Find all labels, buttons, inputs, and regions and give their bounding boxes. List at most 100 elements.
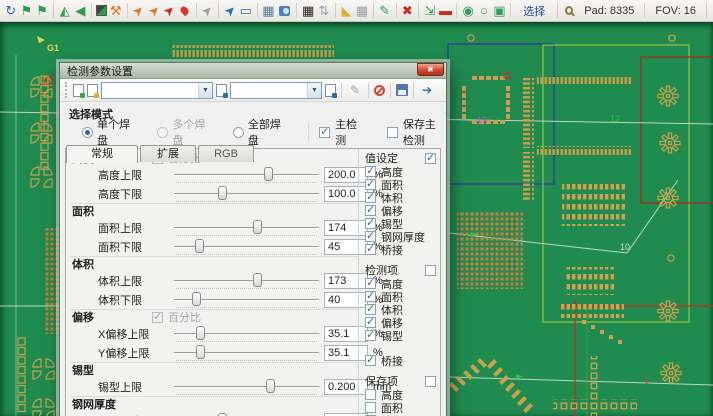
checkbox[interactable] [365,205,376,216]
rect-blue-icon[interactable]: ▭ [239,2,253,20]
save-main-detect-checkbox[interactable] [387,127,398,138]
slider-thumb[interactable] [196,326,205,340]
flag-a-icon[interactable]: ⚑ [20,2,34,20]
slider-thumb[interactable] [266,379,275,393]
rotate-icon[interactable]: ↻ [4,2,18,20]
delete-icon[interactable]: ✖ [401,2,415,20]
tab-general[interactable]: 常规 [66,145,138,163]
ruler-icon[interactable]: ◣ [340,2,354,20]
exit-icon[interactable]: ➔ [419,82,435,98]
radio-all-pads[interactable] [233,127,244,138]
close-icon[interactable]: ✖ [417,63,444,76]
main-detect-checkbox[interactable] [319,127,330,138]
percent-checkbox[interactable] [152,312,163,323]
checkbox[interactable] [365,304,376,315]
percent-label: 百分比 [168,309,201,325]
resize-green-icon[interactable]: ⇲ [423,2,437,20]
checkbox[interactable] [365,355,376,366]
dart-blue-icon[interactable]: ➤ [220,0,240,20]
edit-disabled-icon[interactable]: ✎ [347,82,363,98]
slider-thumb[interactable] [264,167,273,181]
profile-combo-2[interactable]: ▼ [230,82,322,99]
volume-lower-slider[interactable] [174,291,319,309]
checkbox[interactable] [365,317,376,328]
profile-combo-1[interactable]: ▼ [101,82,213,99]
slider-ticks [176,394,317,395]
checkbox[interactable] [365,389,376,400]
image-icon[interactable] [96,5,107,16]
slider-track[interactable] [174,227,319,228]
volume-upper-slider[interactable] [174,272,319,290]
checkbox[interactable] [365,291,376,302]
slider-thumb[interactable] [196,345,205,359]
checkbox[interactable] [365,278,376,289]
pin-gray-icon[interactable]: ➤ [197,0,217,20]
select-button[interactable]: 选择 [515,3,553,19]
new-profile-icon[interactable] [73,84,84,97]
detect-all-checkbox[interactable] [425,265,436,276]
horn-icon[interactable]: ◀ [74,2,88,20]
stop-red-icon[interactable]: ▬ [439,2,453,20]
height-upper-slider[interactable] [174,166,319,184]
square-icon[interactable]: ▣ [493,2,507,20]
circle-icon[interactable]: ○ [477,2,491,20]
check-item: 桥接 [365,354,436,367]
apply-profile-2-icon[interactable] [325,84,336,97]
wrench-icon[interactable]: ⚒ [109,2,123,20]
map-pin-icon[interactable] [179,5,190,16]
prism-icon[interactable]: ◭ [58,2,72,20]
grid-black-icon[interactable]: ▦ [301,2,315,20]
edit-green-icon[interactable]: ✎ [378,2,392,20]
toolbar-grip[interactable] [65,82,68,98]
y-offset-slider[interactable] [174,344,319,362]
checkbox[interactable] [365,166,376,177]
slider-track[interactable] [174,386,319,387]
dart-red-icon[interactable]: ➤ [159,0,179,20]
checkbox[interactable] [365,244,376,255]
block-icon[interactable] [374,85,385,96]
area-lower-slider[interactable] [174,238,319,256]
slider-thumb[interactable] [195,239,204,253]
checkbox[interactable] [365,231,376,242]
flag-b-icon[interactable]: ⚑ [35,2,49,20]
dialog-titlebar[interactable]: 检测参数设置 ✖ [60,63,446,79]
table-icon[interactable]: ▦ [262,2,276,20]
section-title: 偏移 [72,309,94,325]
area-upper-slider[interactable] [174,219,319,237]
save-icon[interactable] [396,84,408,96]
open-profile-icon[interactable] [87,84,98,97]
slider-track[interactable] [174,174,319,175]
slider-thumb[interactable] [218,186,227,200]
checkbox[interactable] [365,179,376,190]
camera-icon[interactable] [279,6,290,16]
apply-profile-1-icon[interactable] [216,84,227,97]
slider-thumb[interactable] [218,413,227,416]
checkbox[interactable] [365,192,376,203]
solder-shape-slider[interactable] [174,378,319,396]
checkbox[interactable] [365,402,376,413]
save-all-checkbox[interactable] [425,376,436,387]
chevron-down-icon[interactable]: ▼ [307,83,321,98]
circle-dot-icon[interactable]: ◉ [461,2,475,20]
radio-multi-pad[interactable] [157,127,168,138]
slider-track[interactable] [174,280,319,281]
magnifier-icon[interactable] [565,6,573,15]
checkbox[interactable] [365,330,376,341]
slider-track[interactable] [174,193,319,194]
tab-extended[interactable]: 扩展 [140,145,196,162]
slider-thumb[interactable] [253,273,262,287]
sort-az-icon[interactable]: ⇅ [317,2,331,20]
param-row: 体积下限 40 % [70,290,358,309]
chevron-down-icon[interactable]: ▼ [198,83,212,98]
slider-thumb[interactable] [253,220,262,234]
dialog-title: 检测参数设置 [67,63,417,79]
slider-thumb[interactable] [192,292,201,306]
grid-gray-icon[interactable]: ▦ [355,2,369,20]
stencil-thickness-slider[interactable] [174,412,319,416]
checkbox[interactable] [365,218,376,229]
radio-single-pad[interactable] [82,127,93,138]
height-lower-slider[interactable] [174,185,319,203]
x-offset-slider[interactable] [174,325,319,343]
toolbar-separator [91,3,92,18]
tab-rgb[interactable]: RGB [198,145,254,162]
